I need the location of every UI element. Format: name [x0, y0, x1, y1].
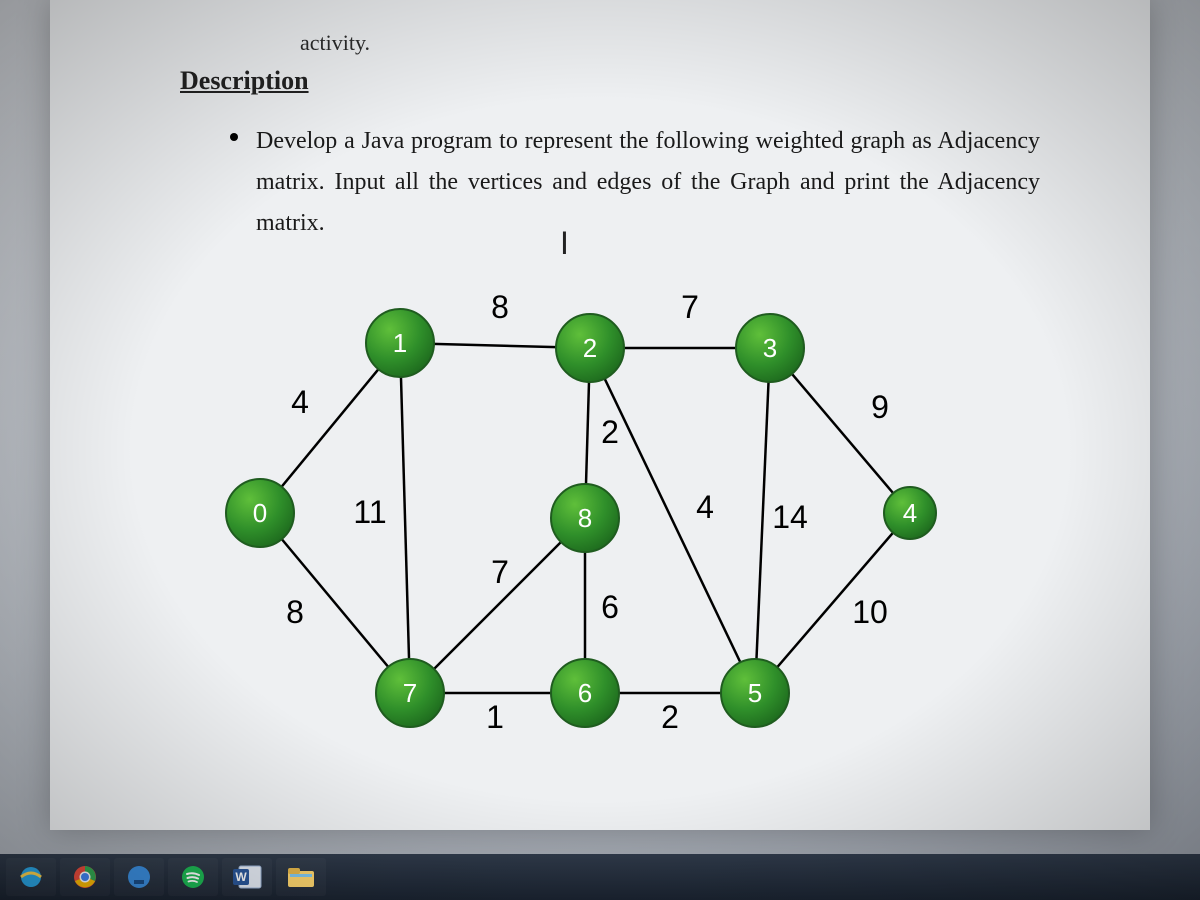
edge-weight-6-8: 6	[601, 589, 619, 625]
handwritten-mark: I	[560, 225, 569, 262]
taskbar-spotify-icon[interactable]	[168, 858, 218, 896]
node-label-2: 2	[583, 333, 597, 363]
edge-1-7	[400, 343, 410, 693]
node-label-0: 0	[253, 498, 267, 528]
edge-weight-3-4: 9	[871, 389, 889, 425]
taskbar-chrome-icon[interactable]	[60, 858, 110, 896]
edge-weight-2-8: 2	[601, 414, 619, 450]
graph-diagram: 0 1 2 3 4 5 6 7 8 4 8 8 11 7 2 4 9 14 10 2 1 6 7	[200, 263, 1000, 783]
node-label-7: 7	[403, 678, 417, 708]
taskbar-word-icon[interactable]: W	[222, 858, 272, 896]
edge-weight-7-8: 7	[491, 554, 509, 590]
taskbar-app-icon[interactable]	[114, 858, 164, 896]
edge-weight-0-1: 4	[291, 384, 309, 420]
edge-7-8	[410, 518, 585, 693]
edge-weight-4-5: 10	[852, 594, 888, 630]
svg-text:W: W	[235, 870, 247, 884]
bullet-row: Develop a Java program to represent the …	[230, 121, 1040, 243]
bullet-text: Develop a Java program to represent the …	[256, 121, 1040, 243]
edge-weight-2-5: 4	[696, 489, 714, 525]
document-page: activity. Description Develop a Java pro…	[50, 0, 1150, 830]
edge-weight-3-5: 14	[772, 499, 808, 535]
node-label-6: 6	[578, 678, 592, 708]
edge-weight-5-6: 2	[661, 699, 679, 735]
taskbar-ie-icon[interactable]	[6, 858, 56, 896]
edge-weight-0-7: 8	[286, 594, 304, 630]
edge-weight-2-3: 7	[681, 289, 699, 325]
edge-3-5	[755, 348, 770, 693]
bullet-dot-icon	[230, 133, 238, 141]
header-fragment: activity.	[300, 30, 1100, 56]
node-label-5: 5	[748, 678, 762, 708]
node-label-4: 4	[903, 498, 917, 528]
edge-0-7	[260, 513, 410, 693]
node-label-8: 8	[578, 503, 592, 533]
edge-weight-6-7: 1	[486, 699, 504, 735]
node-label-1: 1	[393, 328, 407, 358]
taskbar-explorer-icon[interactable]	[276, 858, 326, 896]
section-title: Description	[180, 66, 1100, 96]
edge-weight-1-2: 8	[491, 289, 509, 325]
taskbar: W	[0, 854, 1200, 900]
edge-weight-1-7: 11	[353, 494, 386, 530]
graph-svg: 0 1 2 3 4 5 6 7 8 4 8 8 11 7 2 4 9 14 10 2 1 6 7	[200, 263, 1000, 783]
node-label-3: 3	[763, 333, 777, 363]
